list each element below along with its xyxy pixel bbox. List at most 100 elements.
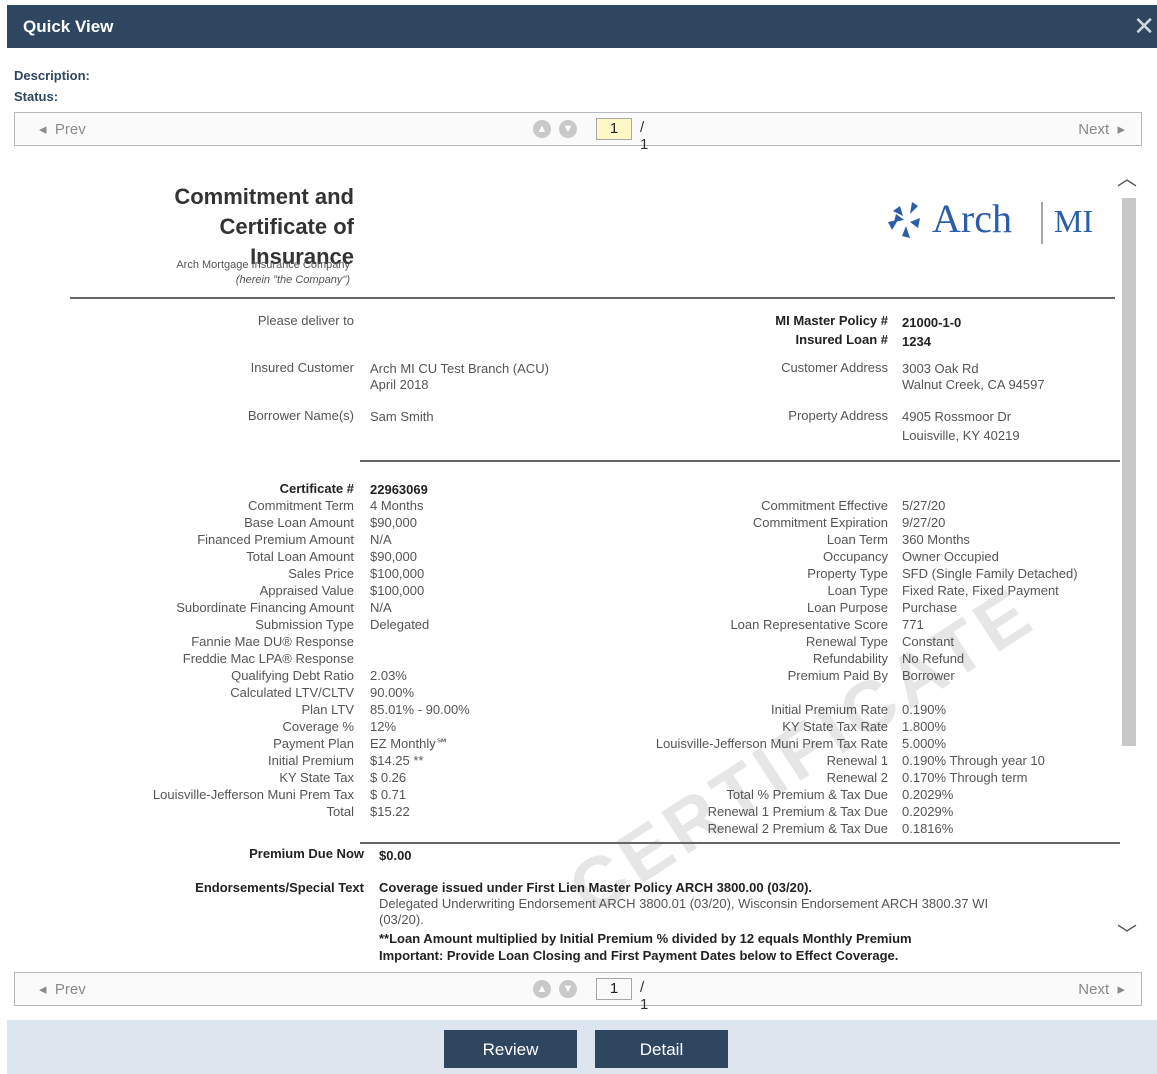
endorsement-line-5: Important: Provide Loan Closing and Firs… xyxy=(379,948,899,963)
property-address-label: Property Address xyxy=(788,408,888,423)
customer-address-line-1: 3003 Oak Rd xyxy=(902,361,979,376)
section-rule xyxy=(360,460,1125,462)
right-row-label: Renewal 2 xyxy=(826,770,888,785)
right-row-label: Loan Purpose xyxy=(807,600,888,615)
right-row-value: 0.2029% xyxy=(902,804,954,819)
left-row-value: 12% xyxy=(370,719,397,734)
prev-button[interactable]: ◂ Prev xyxy=(39,980,86,998)
right-row-value: 1.800% xyxy=(902,719,947,734)
right-row-value: Borrower xyxy=(902,668,955,683)
close-icon[interactable]: ✕ xyxy=(1133,13,1155,39)
right-row-value: 360 Months xyxy=(902,532,970,547)
right-row-value: Owner Occupied xyxy=(902,549,999,564)
left-row-value: $90,000 xyxy=(370,515,417,530)
right-row-label: Loan Representative Score xyxy=(730,617,888,632)
page-total: / 1 xyxy=(640,979,649,1013)
right-row-label: Property Type xyxy=(807,566,888,581)
left-row-label: Louisville-Jefferson Muni Prem Tax xyxy=(152,787,354,802)
premium-due-label: Premium Due Now xyxy=(249,846,364,861)
certificate-document: CERTIFICATE Commitment and Certificate o… xyxy=(14,150,1125,964)
left-row-label: Commitment Term xyxy=(248,498,354,513)
review-button[interactable]: Review xyxy=(444,1030,577,1068)
header-rule xyxy=(70,297,1115,299)
left-row-value: N/A xyxy=(370,600,392,615)
insured-customer-label: Insured Customer xyxy=(250,360,354,375)
left-row-value: N/A xyxy=(370,532,392,547)
next-button[interactable]: Next ▸ xyxy=(1078,120,1125,138)
arch-mi-logo: Arch MI xyxy=(888,196,1093,244)
left-row-label: Base Loan Amount xyxy=(244,515,354,530)
title-line-1: Commitment and xyxy=(174,184,354,209)
master-policy-label: MI Master Policy # xyxy=(775,313,888,328)
left-row-label: Qualifying Debt Ratio xyxy=(231,668,354,683)
master-policy-value: 21000-1-0 xyxy=(902,315,962,330)
left-row-value: EZ Monthly℠ xyxy=(370,736,449,751)
right-row-label: Refundability xyxy=(812,651,888,666)
insured-customer-date: April 2018 xyxy=(370,377,429,392)
left-row-label: Financed Premium Amount xyxy=(197,532,354,547)
right-row-label: Commitment Effective xyxy=(761,498,888,513)
page-down-icon[interactable]: ▼ xyxy=(559,980,577,998)
left-row-value: $15.22 xyxy=(370,804,410,819)
company-note: (herein "the Company") xyxy=(235,274,350,286)
prev-label: Prev xyxy=(54,121,86,138)
scroll-down-icon[interactable]: ﹀ xyxy=(1117,918,1137,947)
right-row-label: Renewal 1 Premium & Tax Due xyxy=(707,804,888,819)
document-viewer[interactable]: CERTIFICATE Commitment and Certificate o… xyxy=(14,150,1140,964)
page-up-icon[interactable]: ▲ xyxy=(533,980,551,998)
insured-loan-value: 1234 xyxy=(902,334,931,349)
company-name: Arch Mortgage Insurance Company xyxy=(176,259,350,271)
premium-rule xyxy=(360,842,1125,844)
right-row-label: KY State Tax Rate xyxy=(782,719,888,734)
endorsement-line-4: **Loan Amount multiplied by Initial Prem… xyxy=(379,931,912,946)
status-label: Status: xyxy=(14,89,59,104)
left-row-value: 4 Months xyxy=(370,498,424,513)
right-row-value: Constant xyxy=(902,634,955,649)
certificate-label: Certificate # xyxy=(279,481,354,496)
property-address-line-2: Louisville, KY 40219 xyxy=(902,428,1020,443)
right-row-value: SFD (Single Family Detached) xyxy=(902,566,1078,581)
left-row-label: Sales Price xyxy=(288,566,354,581)
left-row-value: 2.03% xyxy=(370,668,407,683)
footer-bar: Review Detail xyxy=(7,1020,1157,1074)
customer-address-line-2: Walnut Creek, CA 94597 xyxy=(902,377,1045,392)
page-up-icon[interactable]: ▲ xyxy=(533,120,551,138)
scrollbar-thumb[interactable] xyxy=(1122,198,1136,746)
page-number-input[interactable]: 1 xyxy=(596,978,632,1000)
right-row-value: Purchase xyxy=(902,600,957,615)
scroll-up-icon[interactable]: ︿ xyxy=(1117,162,1137,191)
detail-button[interactable]: Detail xyxy=(595,1030,728,1068)
right-row-label: Renewal Type xyxy=(805,634,888,649)
next-label: Next xyxy=(1078,981,1110,998)
right-row-value: 0.190% xyxy=(902,702,947,717)
right-row-value: 771 xyxy=(902,617,924,632)
vertical-scrollbar[interactable]: ︿ ﹀ xyxy=(1117,150,1140,964)
left-row-label: Total Loan Amount xyxy=(246,549,354,564)
left-row-label: Calculated LTV/CLTV xyxy=(230,685,354,700)
left-row-label: Total xyxy=(326,804,354,819)
insured-customer-value: Arch MI CU Test Branch (ACU) xyxy=(370,361,549,376)
page-down-icon[interactable]: ▼ xyxy=(559,120,577,138)
page-number-input[interactable]: 1 xyxy=(596,118,632,140)
left-row-value: 90.00% xyxy=(370,685,415,700)
left-row-value: $90,000 xyxy=(370,549,417,564)
right-row-label: Renewal 1 xyxy=(826,753,888,768)
next-button[interactable]: Next ▸ xyxy=(1078,980,1125,998)
left-row-label: Freddie Mac LPA® Response xyxy=(182,651,354,666)
next-label: Next xyxy=(1078,121,1110,138)
right-row-value: 9/27/20 xyxy=(902,515,946,530)
left-row-value: Delegated xyxy=(370,617,430,632)
left-row-value: $ 0.71 xyxy=(370,787,407,802)
right-row-label: Renewal 2 Premium & Tax Due xyxy=(707,821,888,836)
right-row-label: Louisville-Jefferson Muni Prem Tax Rate xyxy=(655,736,888,751)
left-row-label: Coverage % xyxy=(282,719,354,734)
prev-button[interactable]: ◂ Prev xyxy=(39,120,86,138)
title-bar: Quick View ✕ xyxy=(7,5,1157,48)
left-row-label: Subordinate Financing Amount xyxy=(176,600,354,615)
right-row-value: 0.170% Through term xyxy=(902,770,1028,785)
endorsement-line-1: Coverage issued under First Lien Master … xyxy=(379,880,813,895)
left-row-value: $ 0.26 xyxy=(370,770,407,785)
right-row-value: 0.2029% xyxy=(902,787,954,802)
left-row-label: Appraised Value xyxy=(259,583,354,598)
right-row-label: Occupancy xyxy=(822,549,888,564)
